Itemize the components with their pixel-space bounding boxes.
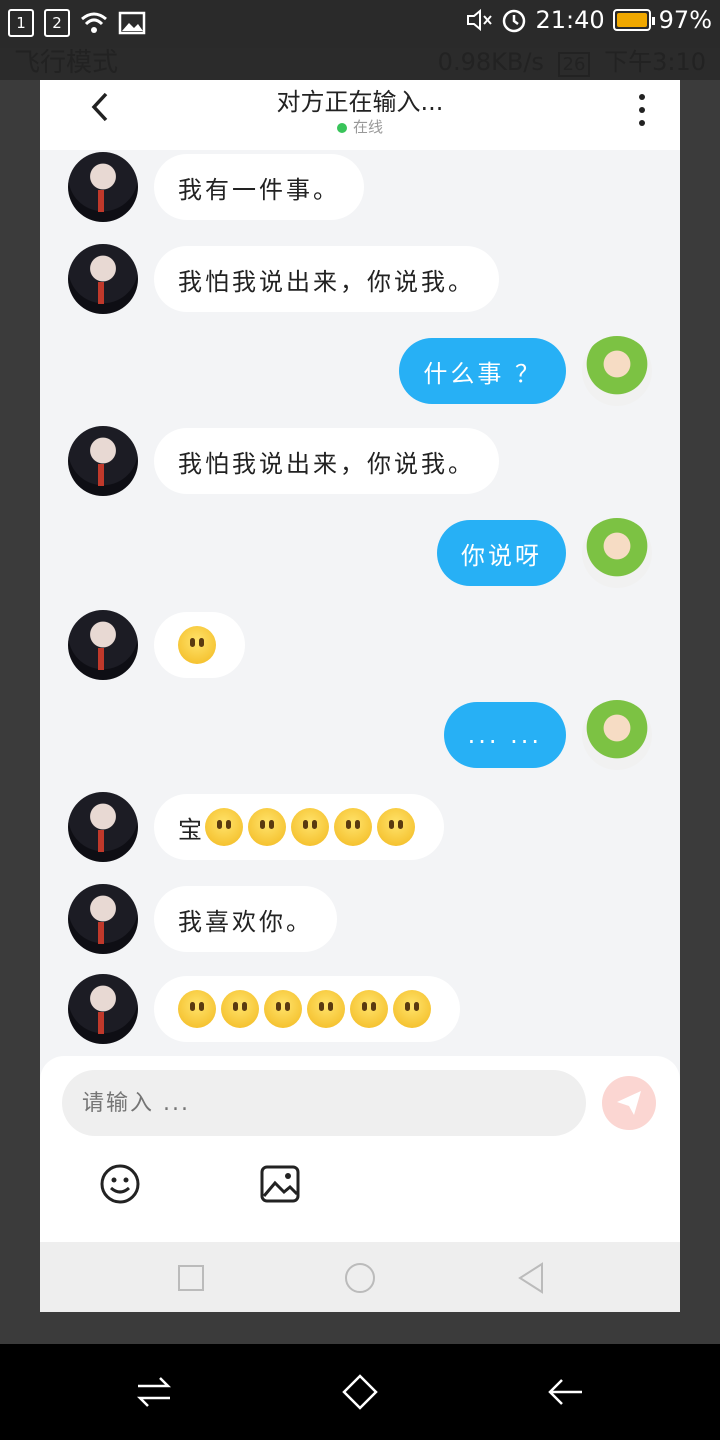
speechless-emoji-icon — [221, 990, 259, 1028]
contact-avatar[interactable] — [68, 426, 138, 496]
outgoing-message: 你说呀 — [437, 518, 652, 588]
back-triangle-icon[interactable] — [516, 1262, 546, 1294]
speechless-emoji-icon — [264, 990, 302, 1028]
alarm-icon — [503, 9, 526, 33]
home-icon[interactable] — [342, 1260, 378, 1296]
send-icon — [617, 1091, 641, 1115]
speechless-emoji-icon — [334, 808, 372, 846]
speechless-emoji-icon — [205, 808, 243, 846]
message-bubble[interactable]: 什么事 ？ — [399, 338, 566, 404]
message-bubble[interactable]: 你说呀 — [437, 520, 566, 586]
chat-title: 对方正在输入... — [276, 88, 444, 116]
message-text: 我喜欢你。 — [178, 907, 313, 936]
contact-avatar[interactable] — [68, 244, 138, 314]
message-text: 什么事 ？ — [423, 359, 542, 388]
incoming-message: 我怕我说出来，你说我。 — [68, 426, 499, 496]
emoji-button[interactable] — [98, 1162, 142, 1206]
contact-avatar[interactable] — [68, 884, 138, 954]
contact-avatar[interactable] — [68, 152, 138, 222]
online-dot — [336, 122, 347, 133]
ghost-badge: 26 — [557, 52, 591, 77]
incoming-message — [68, 974, 460, 1044]
message-bubble[interactable]: 宝 — [154, 794, 444, 860]
contact-avatar[interactable] — [68, 792, 138, 862]
my-avatar[interactable] — [582, 700, 652, 770]
incoming-message: 宝 — [68, 792, 444, 862]
message-text: 我怕我说出来，你说我。 — [178, 267, 475, 296]
speechless-emoji-icon — [291, 808, 329, 846]
message-text: 宝 — [178, 815, 205, 844]
online-label: 在线 — [352, 118, 383, 136]
speechless-emoji-icon — [377, 808, 415, 846]
message-text: ... ... — [467, 721, 542, 749]
message-bubble[interactable]: 我有一件事。 — [154, 154, 364, 220]
outgoing-message: ... ... — [443, 700, 652, 770]
message-bubble[interactable]: 我怕我说出来，你说我。 — [154, 246, 499, 312]
image-icon — [260, 1165, 300, 1203]
speechless-emoji-icon — [393, 990, 431, 1028]
more-icon — [639, 93, 645, 100]
speechless-emoji-icon — [178, 626, 216, 664]
mute-icon — [467, 8, 493, 32]
speechless-emoji-icon — [178, 990, 216, 1028]
switch-icon[interactable] — [134, 1372, 174, 1412]
message-bubble[interactable]: 我喜欢你。 — [154, 886, 337, 952]
ghost-speed: 0.98KB/s — [437, 48, 544, 76]
message-text: 我怕我说出来，你说我。 — [178, 449, 475, 478]
my-avatar[interactable] — [582, 518, 652, 588]
chat-header: 对方正在输入... 在线 — [40, 80, 680, 150]
my-avatar[interactable] — [582, 336, 652, 406]
contact-avatar[interactable] — [68, 974, 138, 1044]
message-text: 我有一件事。 — [178, 175, 340, 204]
composer — [40, 1056, 680, 1242]
airplane-mode-label: 飞行模式 — [14, 48, 119, 78]
battery-icon — [612, 9, 655, 31]
ghost-status-right: 0.98KB/s 26 下午3:10 — [438, 42, 706, 77]
incoming-message — [68, 610, 245, 680]
incoming-message: 我有一件事。 — [68, 152, 364, 222]
online-status: 在线 — [40, 116, 680, 137]
inner-navigation-bar — [40, 1242, 680, 1312]
system-home-icon[interactable] — [340, 1372, 380, 1412]
message-bubble[interactable]: ... ... — [443, 702, 566, 768]
speechless-emoji-icon — [248, 808, 286, 846]
contact-avatar[interactable] — [68, 610, 138, 680]
square-icon[interactable] — [177, 1264, 205, 1292]
ghost-status-bar: 飞行模式 0.98KB/s 26 下午3:10 — [0, 32, 720, 82]
battery-percent: 97% — [658, 6, 712, 34]
speechless-emoji-icon — [350, 990, 388, 1028]
image-button[interactable] — [258, 1162, 302, 1206]
more-button[interactable] — [632, 90, 652, 130]
incoming-message: 我喜欢你。 — [68, 884, 337, 954]
chat-window: 对方正在输入... 在线 我有一件事。 我怕我说出来，你说我。 什么事 ？我怕我说出… — [40, 80, 680, 1312]
incoming-message: 我怕我说出来，你说我。 — [68, 244, 499, 314]
message-input[interactable] — [62, 1070, 586, 1136]
speechless-emoji-icon — [307, 990, 345, 1028]
clock: 21:40 — [535, 6, 605, 34]
ghost-time: 下午3:10 — [604, 48, 706, 76]
outgoing-message: 什么事 ？ — [399, 336, 652, 406]
emoji-icon — [100, 1164, 140, 1204]
system-navigation-bar — [0, 1344, 720, 1440]
message-text: 你说呀 — [461, 541, 542, 570]
send-button[interactable] — [602, 1076, 656, 1130]
message-bubble[interactable]: 我怕我说出来，你说我。 — [154, 428, 499, 494]
system-back-icon[interactable] — [546, 1372, 586, 1412]
message-bubble[interactable] — [154, 612, 245, 678]
message-bubble[interactable] — [154, 976, 460, 1042]
